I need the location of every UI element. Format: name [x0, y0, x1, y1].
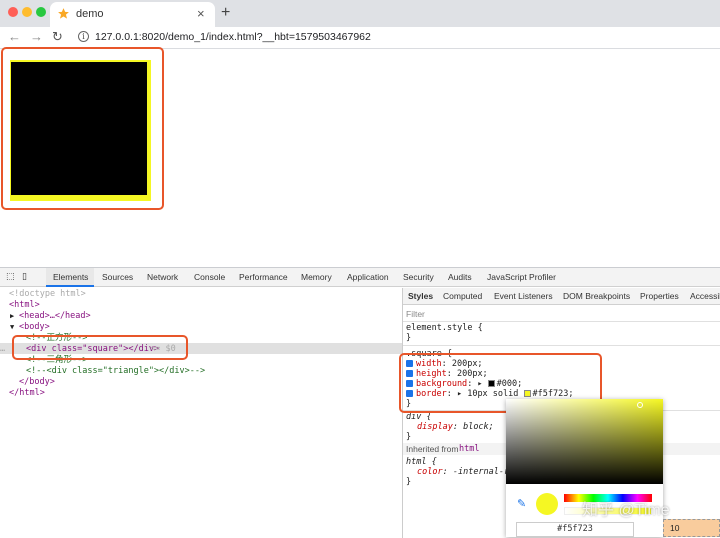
- device-toolbar-icon[interactable]: ▯: [22, 271, 27, 282]
- collapse-body-icon[interactable]: ▼: [10, 322, 14, 333]
- browser-tab[interactable]: demo ×: [50, 2, 215, 27]
- elements-dom-tree: <!doctype html> <html> ▶ <head>…</head> …: [0, 288, 402, 538]
- dom-html-open[interactable]: <html>: [9, 300, 40, 311]
- styles-filter-input[interactable]: Filter: [406, 309, 425, 319]
- site-info-icon[interactable]: i: [78, 31, 89, 42]
- devtools-tab-application[interactable]: Application: [347, 272, 389, 282]
- close-tab-icon[interactable]: ×: [197, 6, 205, 21]
- box-model-preview: 10: [663, 519, 720, 537]
- dom-triangle-div[interactable]: <!--<div class="triangle"></div>-->: [26, 366, 205, 377]
- div-rule-display[interactable]: display: block;: [417, 422, 494, 432]
- color-picker-handle[interactable]: [637, 402, 643, 408]
- styles-tab-event-listeners[interactable]: Event Listeners: [494, 291, 553, 301]
- devtools-tab-sources[interactable]: Sources: [102, 272, 133, 282]
- dom-html-close[interactable]: </html>: [9, 388, 45, 399]
- styles-tab-properties[interactable]: Properties: [640, 291, 679, 301]
- styles-tab-dom-breakpoints[interactable]: DOM Breakpoints: [563, 291, 630, 301]
- html-rule-selector[interactable]: html {: [406, 457, 437, 467]
- element-style-selector[interactable]: element.style {: [406, 323, 483, 333]
- dom-body-open[interactable]: <body>: [19, 322, 50, 333]
- address-bar-row: ← → ↻ i 127.0.0.1:8020/demo_1/index.html…: [0, 27, 720, 49]
- back-icon[interactable]: ←: [8, 29, 21, 44]
- zoom-window-button[interactable]: [36, 7, 46, 17]
- close-window-button[interactable]: [8, 7, 18, 17]
- eyedropper-icon[interactable]: ✎: [517, 497, 526, 510]
- element-style-close: }: [406, 333, 412, 343]
- devtools-tab-elements[interactable]: Elements: [53, 272, 88, 282]
- devtools-tab-bar: ⬚ ▯ Elements Sources Network Console Per…: [0, 268, 720, 287]
- minimize-window-button[interactable]: [22, 7, 32, 17]
- div-rule-close: }: [406, 432, 412, 442]
- div-rule-selector[interactable]: div {: [406, 412, 432, 422]
- html-rule-close: }: [406, 477, 412, 487]
- color-preview-swatch: [536, 493, 558, 515]
- styles-tab-computed[interactable]: Computed: [443, 291, 482, 301]
- square-highlight-annotation: [1, 47, 164, 210]
- hex-input[interactable]: #f5f723: [516, 522, 634, 537]
- devtools-tab-console[interactable]: Console: [194, 272, 225, 282]
- browser-tab-strip: demo × +: [0, 0, 720, 27]
- url-field[interactable]: 127.0.0.1:8020/demo_1/index.html?__hbt=1…: [95, 31, 371, 43]
- devtools-tab-network[interactable]: Network: [147, 272, 178, 282]
- watermark-text: 知乎 @Time: [582, 502, 670, 519]
- devtools-tab-performance[interactable]: Performance: [239, 272, 288, 282]
- dom-doctype[interactable]: <!doctype html>: [9, 289, 86, 300]
- star-favicon-icon: [58, 8, 69, 19]
- new-tab-icon[interactable]: +: [221, 4, 230, 22]
- devtools-tab-audits[interactable]: Audits: [448, 272, 472, 282]
- styles-tab-accessibility[interactable]: Accessibility: [690, 291, 720, 301]
- devtools-tab-security[interactable]: Security: [403, 272, 434, 282]
- html-rule-color[interactable]: color: -internal-ro: [417, 467, 514, 477]
- dom-body-close[interactable]: </body>: [19, 377, 55, 388]
- devtools-tab-memory[interactable]: Memory: [301, 272, 332, 282]
- inherited-label: Inherited from: [406, 444, 459, 454]
- inherited-tag-link[interactable]: html: [459, 444, 479, 454]
- inspect-element-icon[interactable]: ⬚: [6, 271, 15, 282]
- styles-tab-bar: Styles Computed Event Listeners DOM Brea…: [403, 288, 720, 305]
- dom-highlight-annotation: [12, 335, 188, 360]
- forward-icon[interactable]: →: [30, 29, 43, 44]
- divider: [403, 345, 720, 346]
- more-icon[interactable]: …: [0, 344, 5, 355]
- saturation-value-area[interactable]: [506, 399, 663, 484]
- devtools-tab-js-profiler[interactable]: JavaScript Profiler: [487, 272, 556, 282]
- tab-title: demo: [76, 8, 104, 20]
- reload-icon[interactable]: ↻: [52, 29, 63, 45]
- expand-head-icon[interactable]: ▶: [10, 311, 14, 322]
- divider: [403, 321, 720, 322]
- dom-head[interactable]: <head>…</head>: [19, 311, 91, 322]
- styles-tab-styles[interactable]: Styles: [408, 291, 433, 301]
